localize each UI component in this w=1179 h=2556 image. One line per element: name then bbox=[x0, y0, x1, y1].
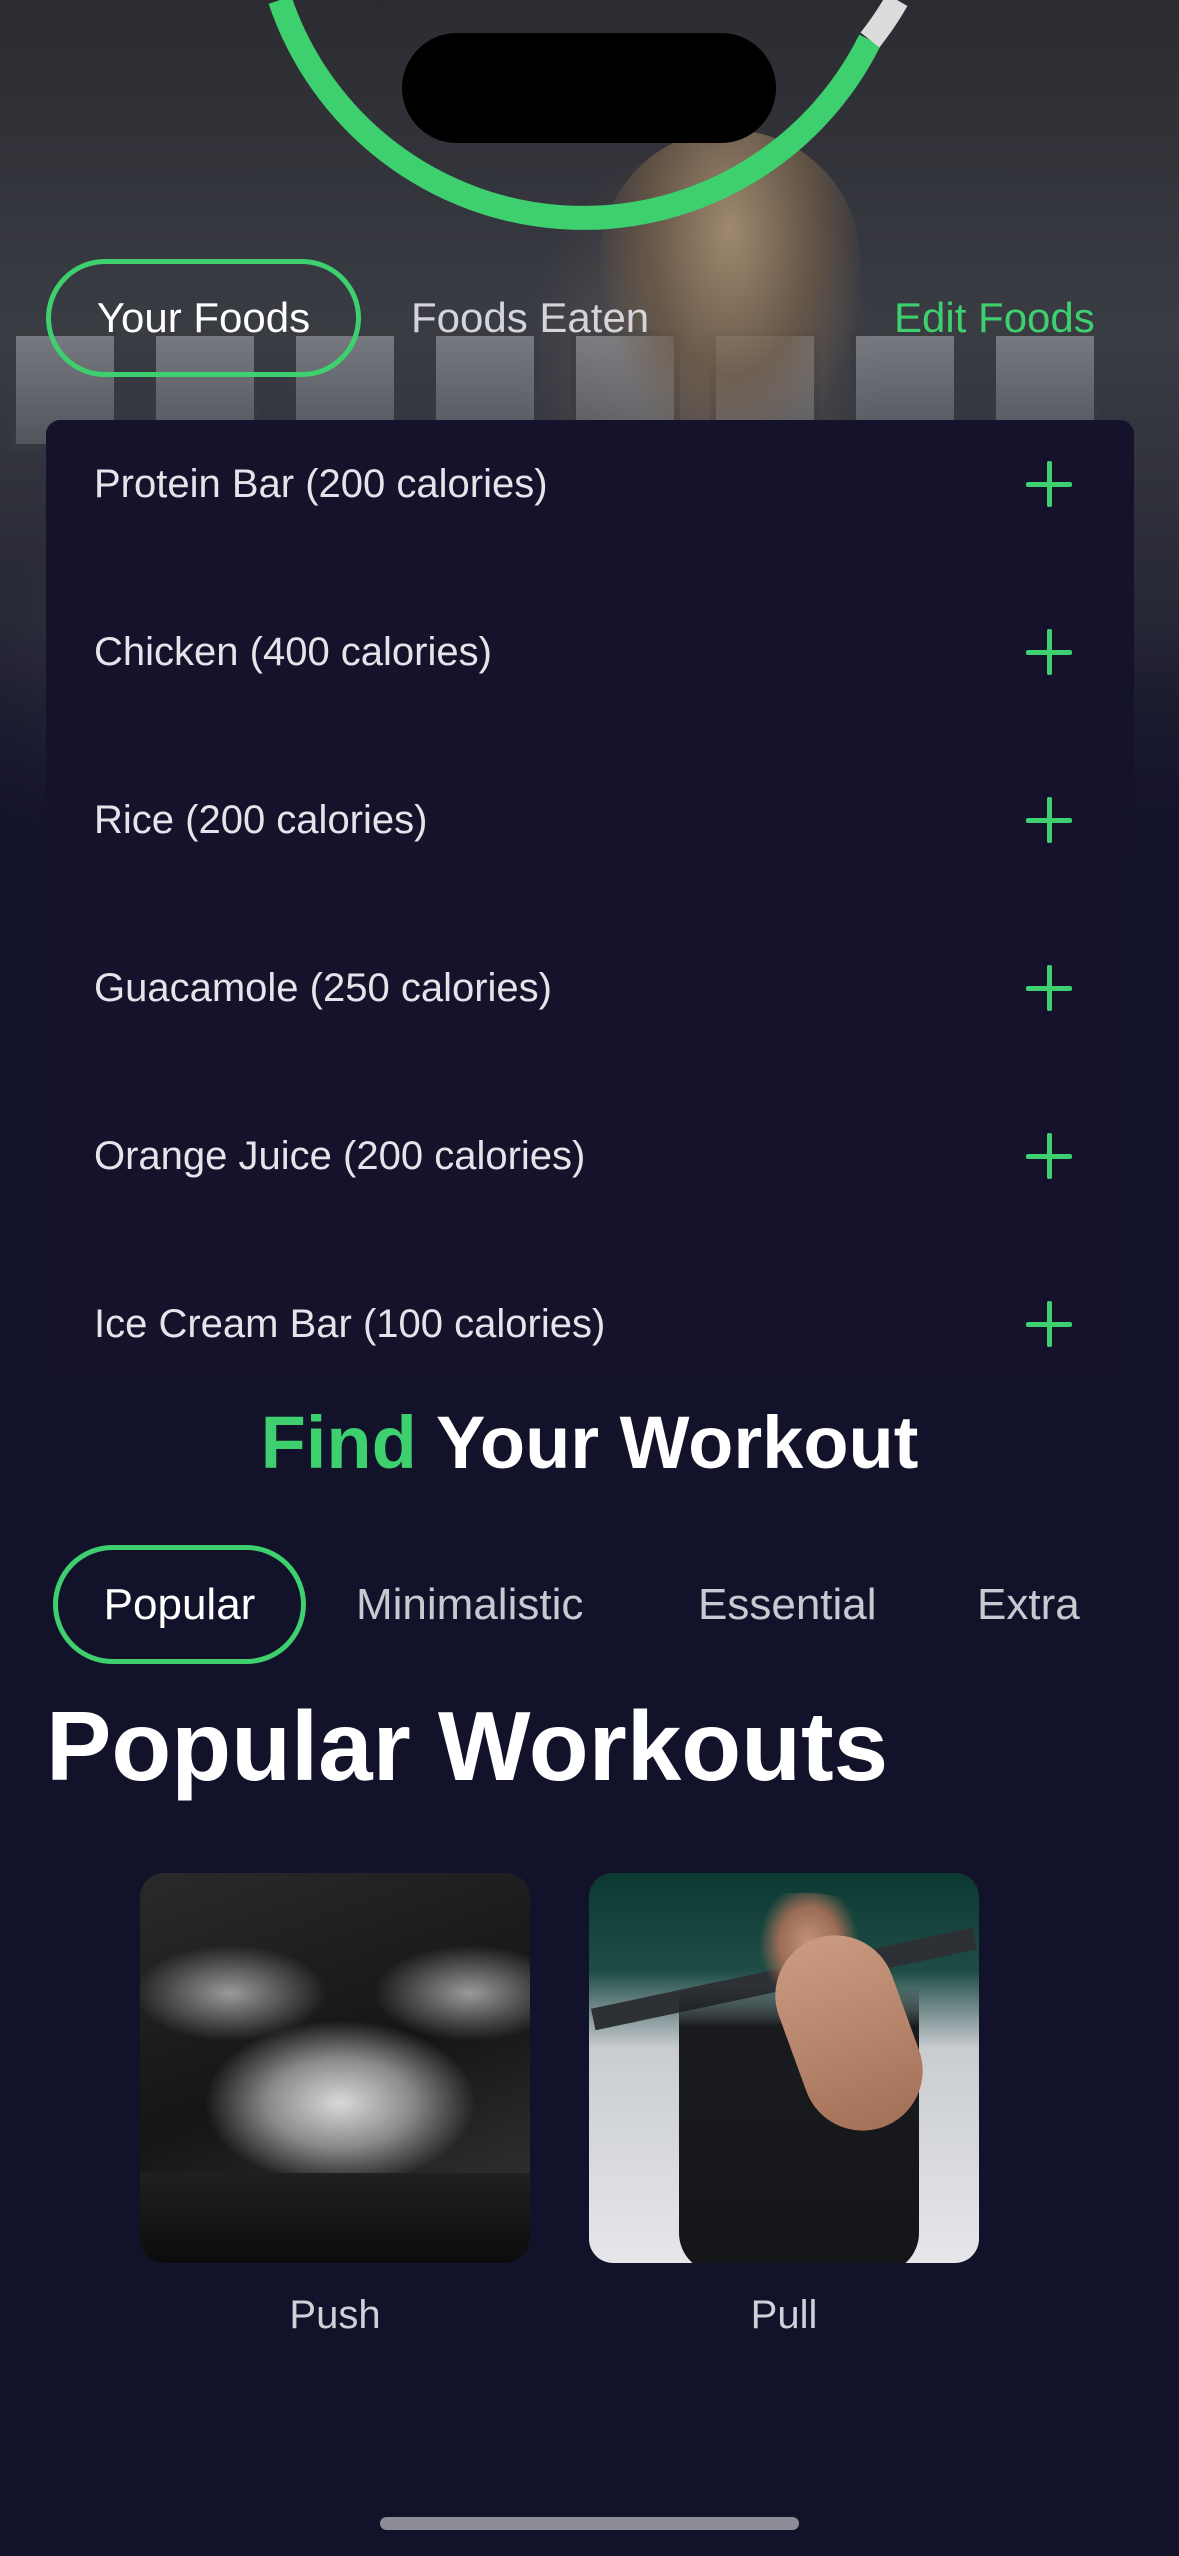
food-row[interactable]: Guacamole (250 calories) bbox=[46, 904, 1134, 1072]
plus-icon[interactable] bbox=[1026, 1133, 1072, 1179]
workout-card-pull[interactable]: Pull bbox=[589, 1873, 979, 2338]
food-row[interactable]: Protein Bar (200 calories) bbox=[46, 400, 1134, 568]
workout-label: Push bbox=[289, 2293, 381, 2337]
plus-icon[interactable] bbox=[1026, 965, 1072, 1011]
food-name: Protein Bar (200 calories) bbox=[94, 461, 548, 506]
plus-icon[interactable] bbox=[1026, 1301, 1072, 1347]
section-title: Popular Workouts bbox=[46, 1691, 889, 1801]
pull-workout-image[interactable] bbox=[589, 1873, 979, 2263]
food-name: Rice (200 calories) bbox=[94, 797, 428, 842]
food-row[interactable]: Chicken (400 calories) bbox=[46, 568, 1134, 736]
edit-foods-button[interactable]: Edit Foods bbox=[894, 259, 1095, 377]
plus-icon[interactable] bbox=[1026, 461, 1072, 507]
food-name: Chicken (400 calories) bbox=[94, 629, 492, 674]
food-name: Orange Juice (200 calories) bbox=[94, 1133, 586, 1178]
tab-popular[interactable]: Popular bbox=[53, 1545, 306, 1664]
tab-foods-eaten[interactable]: Foods Eaten bbox=[411, 259, 649, 377]
tab-your-foods[interactable]: Your Foods bbox=[46, 259, 361, 377]
heading-accent: Find bbox=[260, 1401, 417, 1484]
home-indicator[interactable] bbox=[380, 2517, 799, 2530]
food-name: Ice Cream Bar (100 calories) bbox=[94, 1301, 606, 1346]
tab-extra[interactable]: Extra bbox=[977, 1545, 1080, 1664]
plus-icon[interactable] bbox=[1026, 629, 1072, 675]
food-list: Protein Bar (200 calories) Chicken (400 … bbox=[46, 420, 1134, 1380]
food-row[interactable]: Orange Juice (200 calories) bbox=[46, 1072, 1134, 1240]
food-name: Guacamole (250 calories) bbox=[94, 965, 552, 1010]
dynamic-island bbox=[402, 33, 776, 143]
workout-card-push[interactable]: Push bbox=[140, 1873, 530, 2338]
tab-essential[interactable]: Essential bbox=[698, 1545, 877, 1664]
heading-rest: Your Workout bbox=[436, 1401, 919, 1484]
food-row[interactable]: Rice (200 calories) bbox=[46, 736, 1134, 904]
find-workout-heading: Find Your Workout bbox=[0, 1400, 1179, 1485]
workout-label: Pull bbox=[750, 2293, 818, 2337]
plus-icon[interactable] bbox=[1026, 797, 1072, 843]
food-row[interactable]: Ice Cream Bar (100 calories) bbox=[46, 1240, 1134, 1408]
push-workout-image[interactable] bbox=[140, 1873, 530, 2263]
tab-minimalistic[interactable]: Minimalistic bbox=[356, 1545, 583, 1664]
